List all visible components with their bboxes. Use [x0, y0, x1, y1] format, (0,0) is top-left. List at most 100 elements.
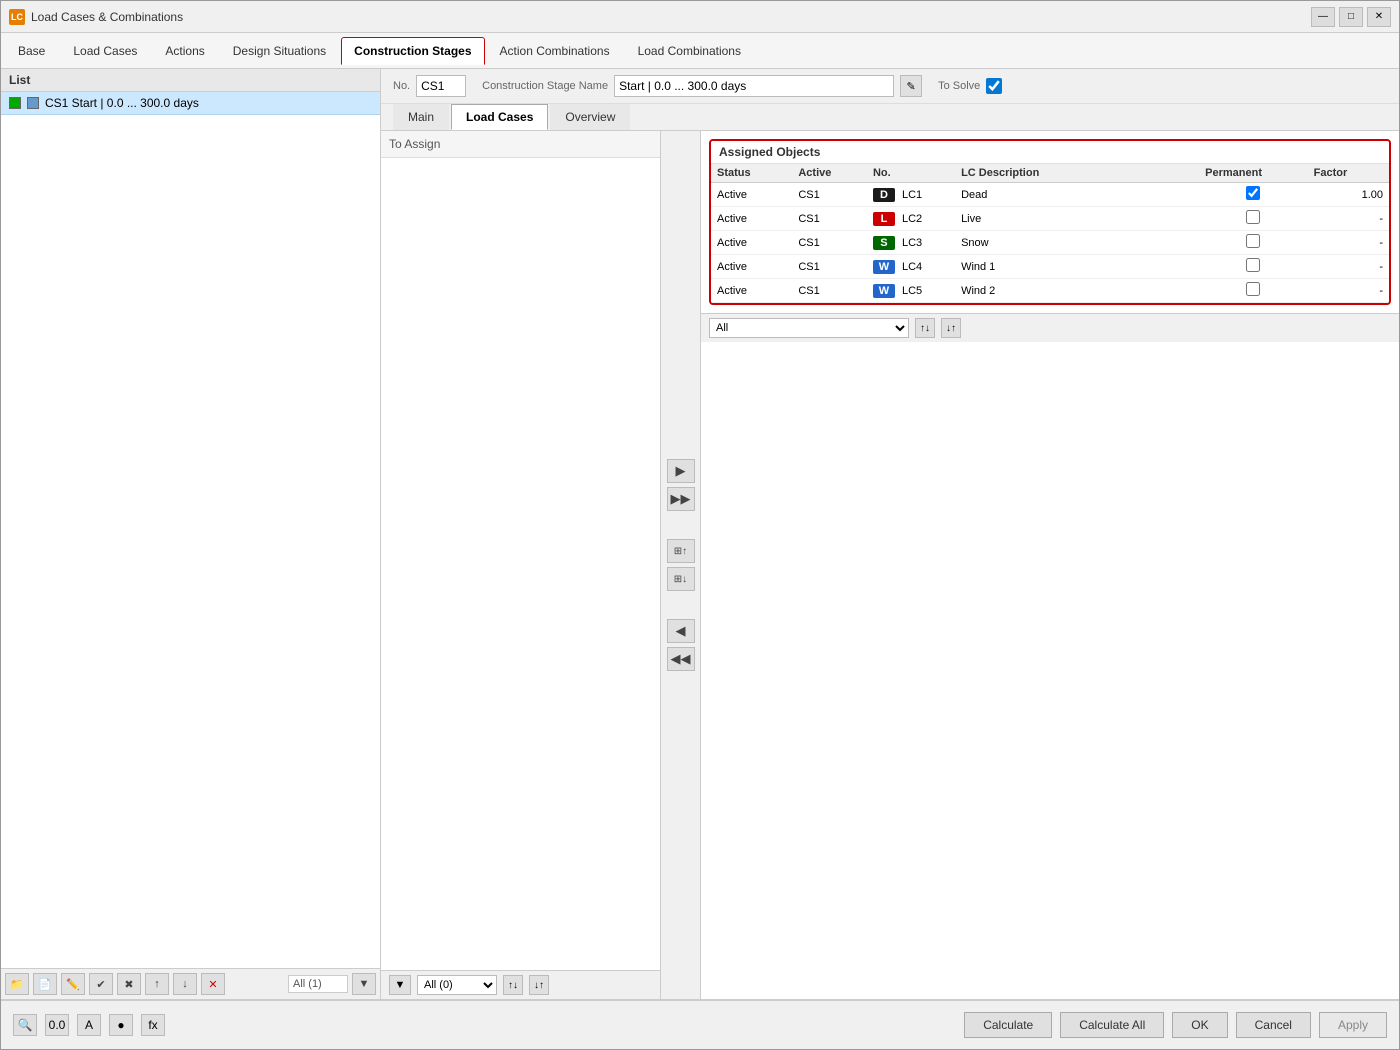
- menubar: Base Load Cases Actions Design Situation…: [1, 33, 1399, 69]
- footer-search-button[interactable]: 🔍: [13, 1014, 37, 1036]
- transfer-right-all[interactable]: ▶▶: [667, 487, 695, 511]
- tab-main[interactable]: Main: [393, 104, 449, 130]
- assigned-bottom-bar: All ↑↓ ↓↑: [701, 313, 1399, 342]
- assign-panel: To Assign ▼ All (0) ↑↓ ↓↑: [381, 131, 661, 999]
- list-header: List: [1, 69, 380, 92]
- cs-name-input[interactable]: [614, 75, 894, 97]
- table-row[interactable]: Active CS1 W LC4 Wind 1 -: [711, 255, 1389, 279]
- table-row[interactable]: Active CS1 D LC1 Dead 1.00: [711, 183, 1389, 207]
- footer-func-button[interactable]: fx: [141, 1014, 165, 1036]
- list-item[interactable]: CS1 Start | 0.0 ... 300.0 days: [1, 92, 380, 115]
- footer-text-button[interactable]: A: [77, 1014, 101, 1036]
- cell-no: S LC3: [867, 231, 955, 255]
- cs-name-label: Construction Stage Name: [482, 80, 608, 92]
- color-box-green: [9, 97, 21, 109]
- lc-number: LC1: [902, 189, 922, 201]
- move-down-button[interactable]: ↓: [173, 973, 197, 995]
- cell-active: CS1: [792, 255, 867, 279]
- tab-construction-stages[interactable]: Construction Stages: [341, 37, 484, 65]
- cell-permanent[interactable]: [1199, 279, 1307, 303]
- no-group: No.: [393, 75, 466, 97]
- minimize-button[interactable]: —: [1311, 7, 1335, 27]
- lc-badge: S: [873, 236, 895, 250]
- uncheck-button[interactable]: ✖: [117, 973, 141, 995]
- footer-num-button[interactable]: 0.0: [45, 1014, 69, 1036]
- lc-badge: D: [873, 188, 895, 202]
- assigned-filter-select[interactable]: All: [709, 318, 909, 338]
- assigned-sort-asc[interactable]: ↑↓: [915, 318, 935, 338]
- transfer-table-up[interactable]: ⊞↑: [667, 539, 695, 563]
- tab-load-cases-content[interactable]: Load Cases: [451, 104, 548, 130]
- delete-button[interactable]: ✕: [201, 973, 225, 995]
- cell-factor: -: [1308, 255, 1389, 279]
- main-content: List CS1 Start | 0.0 ... 300.0 days 📁 📄 …: [1, 69, 1399, 999]
- tab-load-cases[interactable]: Load Cases: [60, 37, 150, 65]
- tab-overview[interactable]: Overview: [550, 104, 630, 130]
- assigned-sort-desc[interactable]: ↓↑: [941, 318, 961, 338]
- cell-status: Active: [711, 231, 792, 255]
- lc-badge: W: [873, 284, 895, 298]
- move-up-button[interactable]: ↑: [145, 973, 169, 995]
- close-button[interactable]: ✕: [1367, 7, 1391, 27]
- calculate-all-button[interactable]: Calculate All: [1060, 1012, 1164, 1038]
- cs-name-edit-button[interactable]: ✎: [900, 75, 922, 97]
- footer: 🔍 0.0 A ● fx Calculate Calculate All OK …: [1, 999, 1399, 1049]
- copy-button[interactable]: 📄: [33, 973, 57, 995]
- cell-desc: Wind 1: [955, 255, 1199, 279]
- maximize-button[interactable]: □: [1339, 7, 1363, 27]
- cell-permanent[interactable]: [1199, 183, 1307, 207]
- cell-permanent[interactable]: [1199, 207, 1307, 231]
- assign-sort-desc[interactable]: ↓↑: [529, 975, 549, 995]
- color-box-blue: [27, 97, 39, 109]
- cell-desc: Dead: [955, 183, 1199, 207]
- lc-number: LC4: [902, 261, 922, 273]
- assign-sort-asc[interactable]: ↑↓: [503, 975, 523, 995]
- to-solve-group: To Solve: [938, 78, 1002, 94]
- cell-status: Active: [711, 279, 792, 303]
- tab-base[interactable]: Base: [5, 37, 58, 65]
- cell-factor: -: [1308, 279, 1389, 303]
- permanent-checkbox[interactable]: [1246, 282, 1260, 296]
- transfer-left-all[interactable]: ◀◀: [667, 647, 695, 671]
- transfer-right-one[interactable]: ▶: [667, 459, 695, 483]
- cell-permanent[interactable]: [1199, 231, 1307, 255]
- all-count: All (1): [288, 975, 348, 993]
- cell-no: W LC5: [867, 279, 955, 303]
- cell-status: Active: [711, 207, 792, 231]
- right-panel: No. Construction Stage Name ✎ To Solve M…: [381, 69, 1399, 999]
- edit-button[interactable]: ✏️: [61, 973, 85, 995]
- add-button[interactable]: 📁: [5, 973, 29, 995]
- permanent-checkbox[interactable]: [1246, 186, 1260, 200]
- check-button[interactable]: ✔: [89, 973, 113, 995]
- assign-filter-button[interactable]: ▼: [389, 975, 411, 995]
- tab-actions[interactable]: Actions: [152, 37, 217, 65]
- cell-active: CS1: [792, 183, 867, 207]
- col-header-status: Status: [711, 164, 792, 183]
- permanent-checkbox[interactable]: [1246, 234, 1260, 248]
- tab-load-combinations[interactable]: Load Combinations: [625, 37, 754, 65]
- table-row[interactable]: Active CS1 W LC5 Wind 2 -: [711, 279, 1389, 303]
- lc-badge: W: [873, 260, 895, 274]
- calculate-button[interactable]: Calculate: [964, 1012, 1052, 1038]
- ok-button[interactable]: OK: [1172, 1012, 1227, 1038]
- assign-filter-select[interactable]: All (0): [417, 975, 497, 995]
- tab-action-combinations[interactable]: Action Combinations: [487, 37, 623, 65]
- tab-design-situations[interactable]: Design Situations: [220, 37, 339, 65]
- cell-permanent[interactable]: [1199, 255, 1307, 279]
- cancel-button[interactable]: Cancel: [1236, 1012, 1311, 1038]
- transfer-table-down[interactable]: ⊞↓: [667, 567, 695, 591]
- apply-button[interactable]: Apply: [1319, 1012, 1387, 1038]
- table-row[interactable]: Active CS1 L LC2 Live -: [711, 207, 1389, 231]
- dropdown-arrow[interactable]: ▼: [352, 973, 376, 995]
- footer-dot-button[interactable]: ●: [109, 1014, 133, 1036]
- lc-number: LC2: [902, 213, 922, 225]
- table-row[interactable]: Active CS1 S LC3 Snow -: [711, 231, 1389, 255]
- to-solve-checkbox[interactable]: [986, 78, 1002, 94]
- cell-factor: 1.00: [1308, 183, 1389, 207]
- cell-no: D LC1: [867, 183, 955, 207]
- permanent-checkbox[interactable]: [1246, 258, 1260, 272]
- no-input[interactable]: [416, 75, 466, 97]
- permanent-checkbox[interactable]: [1246, 210, 1260, 224]
- transfer-left-one[interactable]: ◀: [667, 619, 695, 643]
- assign-list[interactable]: [381, 158, 660, 970]
